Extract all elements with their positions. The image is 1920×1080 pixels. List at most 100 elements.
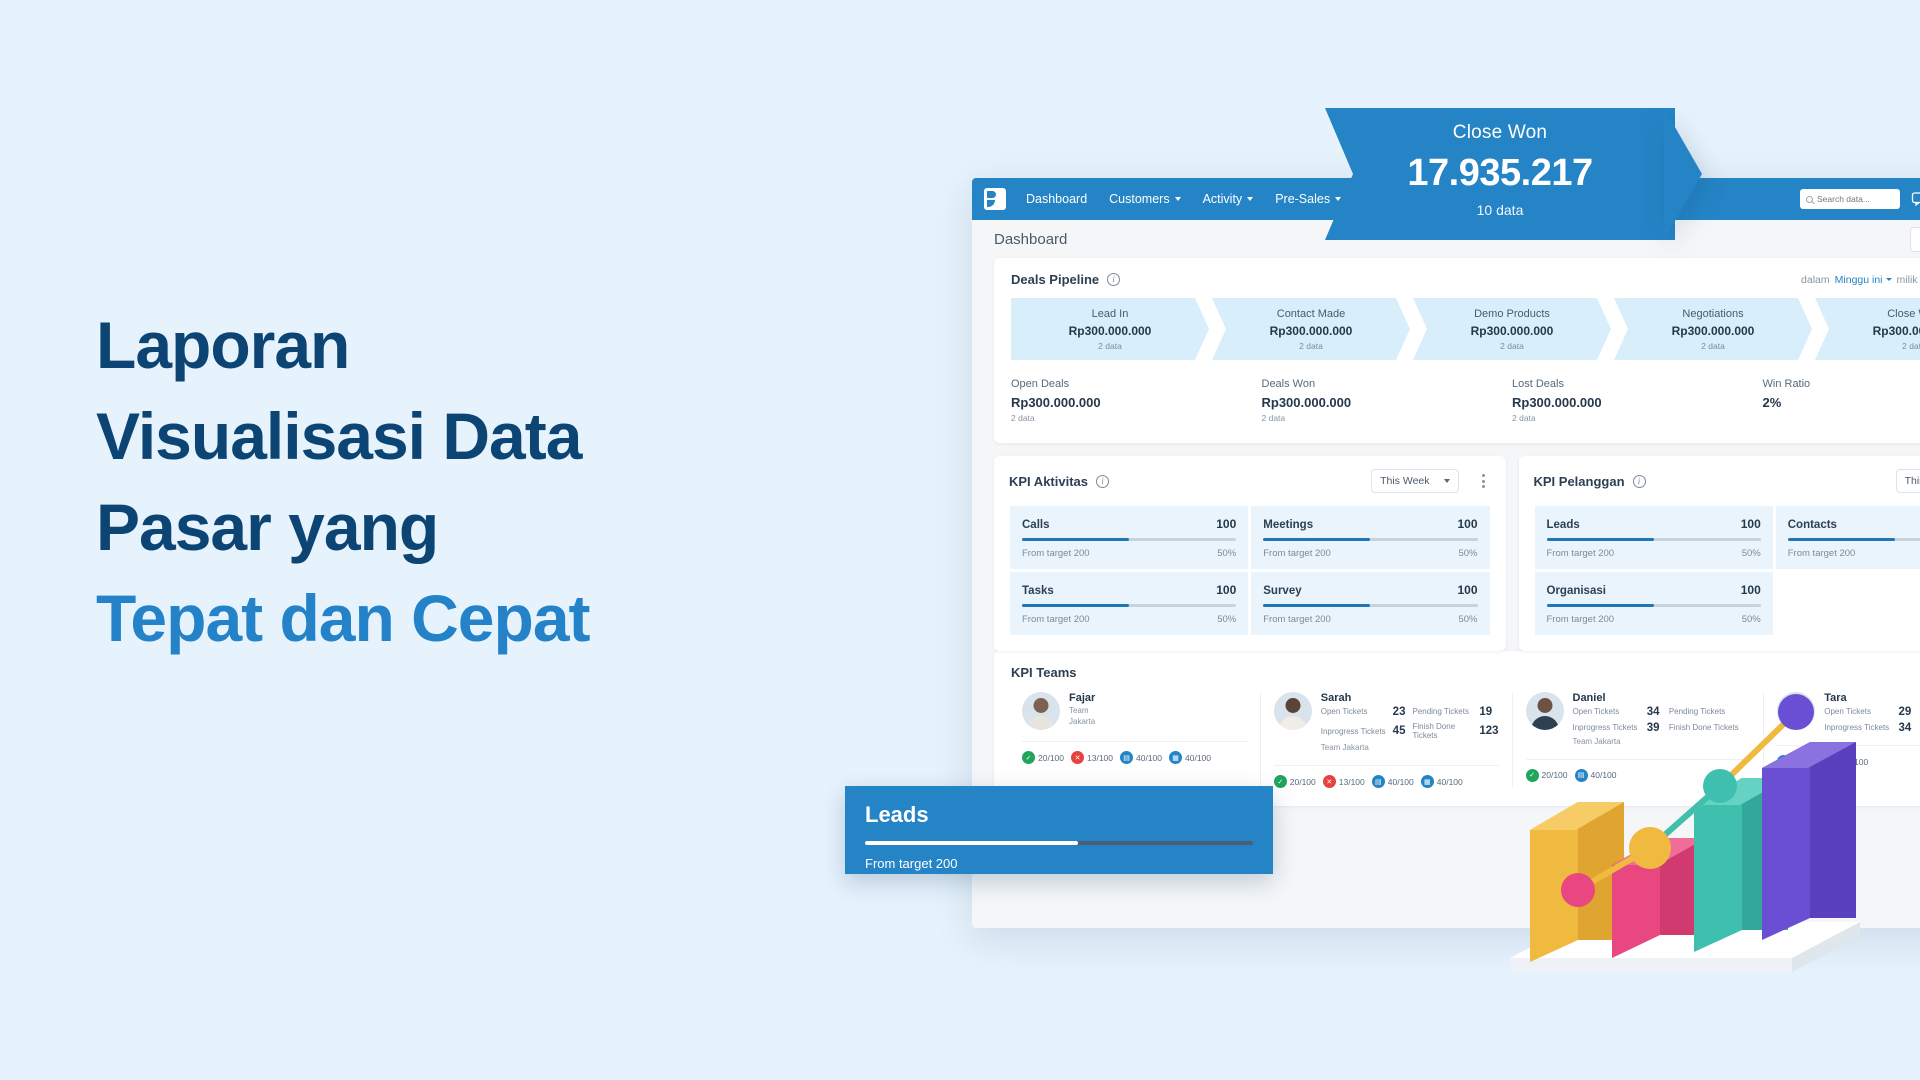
member-team: Team xyxy=(1069,706,1089,715)
kpi-aktivitas-menu-button[interactable] xyxy=(1477,472,1491,490)
stage-name: Lead In xyxy=(1091,308,1129,320)
team-member-card[interactable]: Fajar Team Jakarta ✓ 20/100 ✕ 13/100 ▤ 40/1… xyxy=(1009,692,1261,789)
close-won-callout: Close Won 17.935.217 10 data xyxy=(1325,108,1675,240)
summary-open-deals: Open Deals Rp300.000.000 2 data xyxy=(1011,378,1262,423)
team-dashboard-select[interactable]: Team Dashboard xyxy=(1910,226,1920,252)
progress-track xyxy=(1263,604,1478,607)
stage-count: 2 data xyxy=(1098,341,1122,351)
chip-text: 20/100 xyxy=(1038,752,1064,763)
metric-target: From target 200 xyxy=(1546,614,1615,625)
kpi-metric-organisasi[interactable]: Organisasi 100 From target 200 50% xyxy=(1533,571,1774,636)
summary-lost-deals: Lost Deals Rp300.000.000 2 data xyxy=(1512,378,1763,423)
filter-period[interactable]: Minggu ini xyxy=(1835,274,1892,286)
metric-value: 100 xyxy=(1740,583,1761,597)
deals-pipeline-card: Deals Pipeline i dalam Minggu ini milik … xyxy=(994,258,1920,443)
info-icon[interactable]: i xyxy=(1107,273,1121,286)
chip-calendar: ▦40/100 xyxy=(1169,751,1211,764)
metric-target: From target 200 xyxy=(1022,614,1090,625)
chip-text: 40/100 xyxy=(1136,752,1162,763)
kpi-row: KPI Aktivitas i This Week Calls 100 From… xyxy=(994,456,1920,651)
kpi-teams-header: KPI Teams xyxy=(994,651,1920,680)
summary-label: Lost Deals xyxy=(1512,378,1564,390)
pipeline-stage[interactable]: Close Won Rp300.000.000 2 data xyxy=(1815,298,1920,360)
metric-name: Tasks xyxy=(1022,585,1054,597)
nav-item-customers[interactable]: Customers xyxy=(1109,192,1181,206)
pipeline-stage[interactable]: Lead In Rp300.000.000 2 data xyxy=(1011,298,1209,360)
chevron-down-icon xyxy=(1885,278,1892,281)
metric-name: Contacts xyxy=(1787,519,1837,531)
avatar xyxy=(1273,692,1312,730)
marker-3 xyxy=(1703,769,1737,803)
chip-check: ✓ 20/100 xyxy=(1273,775,1316,789)
chip-text: 20/100 xyxy=(1289,776,1316,787)
ticket-label: Inprogress Tickets xyxy=(1320,726,1386,736)
kpi-aktivitas-card: KPI Aktivitas i This Week Calls 100 From… xyxy=(994,456,1506,651)
chip-text: 40/100 xyxy=(1185,752,1211,763)
hero-line-3: Pasar yang xyxy=(96,490,439,565)
pipeline-stages: Lead In Rp300.000.000 2 data Contact Mad… xyxy=(994,287,1920,360)
chevron-down-icon xyxy=(1247,197,1254,201)
kpi-metric-meetings[interactable]: Meetings 100 From target 200 50% xyxy=(1250,505,1491,570)
kpi-aktivitas-title: KPI Aktivitas xyxy=(1009,473,1088,489)
chip-block: ✕ 13/100 xyxy=(1071,751,1113,764)
ticket-value: 123 xyxy=(1479,725,1499,738)
stage-value: Rp300.000.000 xyxy=(1269,324,1353,338)
pipeline-filters: dalam Minggu ini milik Team a Semua u xyxy=(1801,274,1920,286)
progress-fill xyxy=(1263,538,1371,541)
member-team: Team xyxy=(1320,743,1341,753)
chevron-down-icon xyxy=(1174,197,1181,201)
member-chips: ✓ 20/100 ✕ 13/100 ▤ 40/100 ▦ 40/100 xyxy=(1273,765,1499,789)
search-box[interactable] xyxy=(1800,189,1900,209)
summary-value: Rp300.000.000 xyxy=(1011,395,1101,410)
progress-fill xyxy=(1022,604,1130,607)
chip-text: 13/100 xyxy=(1338,776,1365,787)
stage-name: Close Won xyxy=(1887,308,1916,320)
ticket-value: 34 xyxy=(1898,722,1912,734)
metric-target: From target 200 xyxy=(1263,614,1331,625)
kpi-metric-tasks[interactable]: Tasks 100 From target 200 50% xyxy=(1009,571,1250,636)
pipeline-stage[interactable]: Contact Made Rp300.000.000 2 data xyxy=(1212,298,1410,360)
kpi-metric-calls[interactable]: Calls 100 From target 200 50% xyxy=(1009,505,1250,570)
kpi-metric-contacts[interactable]: Contacts 100 From target 200 50% xyxy=(1774,505,1920,570)
kpi-metric-empty xyxy=(1774,571,1920,636)
nav-item-dashboard[interactable]: Dashboard xyxy=(1026,192,1087,206)
info-icon[interactable]: i xyxy=(1632,474,1646,488)
avatar xyxy=(1022,692,1060,730)
hero-line-4: Tepat dan Cepat xyxy=(96,581,591,656)
chat-icon[interactable] xyxy=(1911,191,1920,207)
progress-track xyxy=(1546,538,1761,541)
chip-check: ✓ 20/100 xyxy=(1022,751,1064,764)
stage-count: 2 data xyxy=(1299,341,1323,351)
b-logo-icon[interactable] xyxy=(984,188,1006,210)
nav-item-pre-sales[interactable]: Pre-Sales xyxy=(1275,192,1342,206)
kpi-aktivitas-period-select[interactable]: This Week xyxy=(1371,469,1459,493)
kpi-pelanggan-title: KPI Pelanggan xyxy=(1533,473,1625,489)
briefcase-icon: ▤ xyxy=(1120,751,1133,764)
metric-value: 100 xyxy=(1216,583,1237,597)
page-title: Dashboard xyxy=(994,230,1068,248)
nav-item-activity[interactable]: Activity xyxy=(1203,192,1254,206)
filter-prefix-milik: milik xyxy=(1896,273,1918,286)
chart-3d-illustration xyxy=(1500,690,1870,1010)
block-icon: ✕ xyxy=(1071,751,1084,764)
kpi-pelanggan-metrics: Leads 100 From target 200 50% Contacts 1… xyxy=(1519,493,1920,651)
summary-label: Win Ratio xyxy=(1762,378,1811,390)
search-input[interactable] xyxy=(1817,194,1894,204)
team-member-card[interactable]: Sarah Open Tickets 23 Pending Tickets 19… xyxy=(1261,692,1513,789)
leads-progress-track xyxy=(865,841,1253,845)
member-chips: ✓ 20/100 ✕ 13/100 ▤ 40/100 ▦ 40/100 xyxy=(1022,741,1247,764)
pipeline-stage[interactable]: Negotiations Rp300.000.000 2 data xyxy=(1614,298,1812,360)
info-icon[interactable]: i xyxy=(1096,474,1109,488)
metric-target: From target 200 xyxy=(1263,548,1331,559)
summary-label: Deals Won xyxy=(1261,378,1316,390)
kpi-pelanggan-card: KPI Pelanggan i This Week Leads 100 xyxy=(1518,456,1920,651)
marker-2 xyxy=(1629,827,1671,869)
kpi-metric-leads[interactable]: Leads 100 From target 200 50% xyxy=(1533,505,1774,570)
pipeline-stage[interactable]: Demo Products Rp300.000.000 2 data xyxy=(1413,298,1611,360)
summary-label: Open Deals xyxy=(1011,378,1070,390)
close-won-sub: 10 data xyxy=(1476,202,1524,218)
kpi-pelanggan-period-select[interactable]: This Week xyxy=(1895,469,1920,493)
stage-count: 2 data xyxy=(1701,341,1725,351)
stage-value: Rp300.000.000 xyxy=(1470,324,1554,338)
kpi-metric-survey[interactable]: Survey 100 From target 200 50% xyxy=(1250,571,1491,636)
